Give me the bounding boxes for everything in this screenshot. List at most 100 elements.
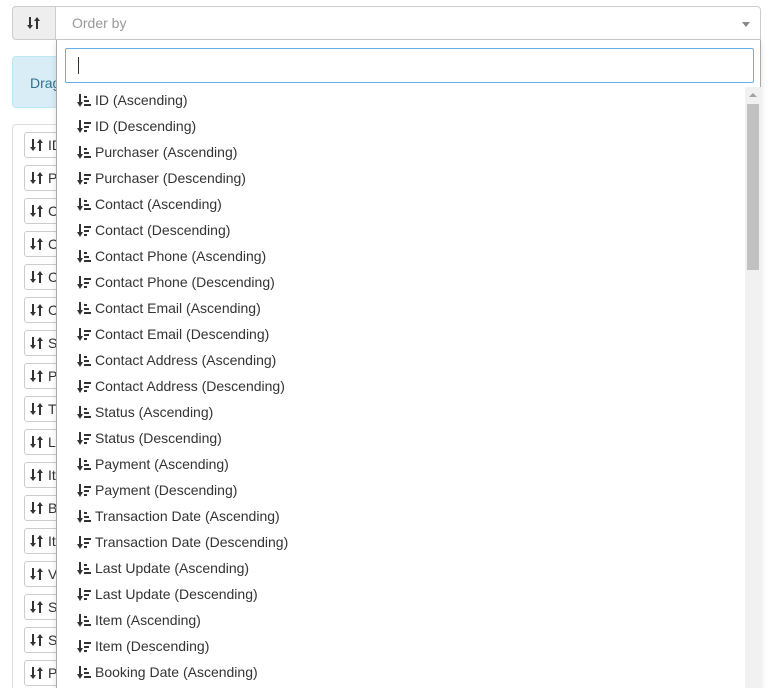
sort-icon [30, 601, 43, 613]
sort-descending-icon [77, 379, 91, 393]
dropdown-option[interactable]: Item (Descending) [57, 633, 746, 659]
sort-descending-icon [77, 639, 91, 653]
sort-icon [30, 403, 43, 415]
dropdown-option-label: Transaction Date (Ascending) [95, 508, 280, 524]
dropdown-option[interactable]: Contact (Descending) [57, 217, 746, 243]
dropdown-option-label: Status (Descending) [95, 430, 222, 446]
scroll-thumb[interactable] [747, 104, 759, 270]
page: Order by Drag ID P C C C C S P T L It B It V S S P ID (A… [0, 0, 780, 688]
sort-descending-icon [77, 327, 91, 341]
sort-icon [30, 436, 43, 448]
sortable-list-item-label: L [48, 434, 56, 450]
sort-ascending-icon [77, 197, 91, 211]
sort-icon [30, 205, 43, 217]
sort-ascending-icon [77, 301, 91, 315]
sort-icon [30, 634, 43, 646]
sort-descending-icon [77, 275, 91, 289]
dropdown-option-label: Booking Date (Ascending) [95, 664, 258, 680]
dropdown-option[interactable]: Last Update (Descending) [57, 581, 746, 607]
dropdown-scrollbar[interactable] [745, 87, 761, 688]
sort-ascending-icon [77, 353, 91, 367]
sort-descending-icon [77, 535, 91, 549]
dropdown-option-label: ID (Descending) [95, 118, 197, 134]
dropdown-option-label: Contact Email (Descending) [95, 326, 270, 342]
dropdown-option[interactable]: Purchaser (Descending) [57, 165, 746, 191]
dropdown-option-label: Item (Descending) [95, 638, 210, 654]
dropdown-option-label: Purchaser (Ascending) [95, 144, 238, 160]
sort-ascending-icon [77, 561, 91, 575]
sort-ascending-icon [77, 249, 91, 263]
dropdown-option[interactable]: Payment (Descending) [57, 477, 746, 503]
dropdown-option-label: Item (Ascending) [95, 612, 201, 628]
sort-ascending-icon [77, 93, 91, 107]
sort-descending-icon [77, 119, 91, 133]
sortable-list-item-label: It [48, 467, 56, 483]
sort-addon [12, 6, 55, 40]
sort-descending-icon [77, 483, 91, 497]
sortable-list-item-label: It [48, 533, 56, 549]
sort-descending-icon [77, 223, 91, 237]
dropdown-option[interactable]: ID (Descending) [57, 113, 746, 139]
dropdown-option[interactable]: Contact Email (Descending) [57, 321, 746, 347]
order-by-placeholder: Order by [72, 15, 127, 31]
sort-icon [30, 304, 43, 316]
sort-ascending-icon [77, 457, 91, 471]
dropdown-option[interactable]: Purchaser (Ascending) [57, 139, 746, 165]
sort-descending-icon [77, 587, 91, 601]
dropdown-option[interactable]: Status (Ascending) [57, 399, 746, 425]
dropdown-option-label: Transaction Date (Descending) [95, 534, 289, 550]
sort-descending-icon [77, 431, 91, 445]
sort-icon [30, 271, 43, 283]
dropdown-option-label: Payment (Descending) [95, 482, 238, 498]
dropdown-option-label: Contact Phone (Descending) [95, 274, 275, 290]
dropdown-option-label: Status (Ascending) [95, 404, 214, 420]
dropdown-option[interactable]: Contact Phone (Ascending) [57, 243, 746, 269]
dropdown-option[interactable]: Payment (Ascending) [57, 451, 746, 477]
dropdown-option[interactable]: Item (Ascending) [57, 607, 746, 633]
dropdown-option[interactable]: Contact Address (Descending) [57, 373, 746, 399]
sort-ascending-icon [77, 509, 91, 523]
sort-icon [30, 568, 43, 580]
dropdown-option[interactable]: Transaction Date (Ascending) [57, 503, 746, 529]
dropdown-search-input[interactable] [65, 48, 754, 83]
dropdown-option-label: Payment (Ascending) [95, 456, 229, 472]
order-by-select[interactable]: Order by [55, 6, 761, 40]
sort-descending-icon [77, 171, 91, 185]
scroll-up-arrow-icon[interactable] [749, 93, 757, 97]
sort-icon [30, 139, 43, 151]
dropdown-option-label: Contact (Ascending) [95, 196, 222, 212]
sort-ascending-icon [77, 145, 91, 159]
order-by-dropdown: ID (Ascending) ID (Descending) Purchaser (… [56, 40, 761, 688]
dropdown-option[interactable]: ID (Ascending) [57, 87, 746, 113]
dropdown-option[interactable]: Contact Phone (Descending) [57, 269, 746, 295]
dropdown-option-label: Last Update (Ascending) [95, 560, 250, 576]
dropdown-option[interactable]: Status (Descending) [57, 425, 746, 451]
sort-icon [30, 172, 43, 184]
sort-icon [30, 502, 43, 514]
sort-ascending-icon [77, 665, 91, 679]
dropdown-option[interactable]: Contact Email (Ascending) [57, 295, 746, 321]
dropdown-option-label: Contact Address (Descending) [95, 378, 285, 394]
dropdown-option[interactable]: Contact Address (Ascending) [57, 347, 746, 373]
sort-ascending-icon [77, 613, 91, 627]
sort-icon [30, 535, 43, 547]
sort-icon [30, 337, 43, 349]
dropdown-option[interactable]: Last Update (Ascending) [57, 555, 746, 581]
dropdown-option-label: Purchaser (Descending) [95, 170, 246, 186]
sort-icon [30, 667, 43, 679]
dropdown-option[interactable]: Transaction Date (Descending) [57, 529, 746, 555]
sort-ascending-icon [77, 405, 91, 419]
dropdown-option-label: Last Update (Descending) [95, 586, 258, 602]
dropdown-option[interactable]: Booking Date (Ascending) [57, 659, 746, 685]
dropdown-option-label: ID (Ascending) [95, 92, 188, 108]
dropdown-option-label: Contact Address (Ascending) [95, 352, 277, 368]
dropdown-options: ID (Ascending) ID (Descending) Purchaser (… [57, 87, 746, 688]
dropdown-option-label: Contact (Descending) [95, 222, 231, 238]
dropdown-option[interactable]: Contact (Ascending) [57, 191, 746, 217]
sort-icon [30, 370, 43, 382]
sort-icon [30, 238, 43, 250]
sort-icon [27, 17, 40, 29]
dropdown-option-label: Contact Phone (Ascending) [95, 248, 267, 264]
dropdown-option-label: Contact Email (Ascending) [95, 300, 261, 316]
text-cursor [78, 57, 79, 74]
